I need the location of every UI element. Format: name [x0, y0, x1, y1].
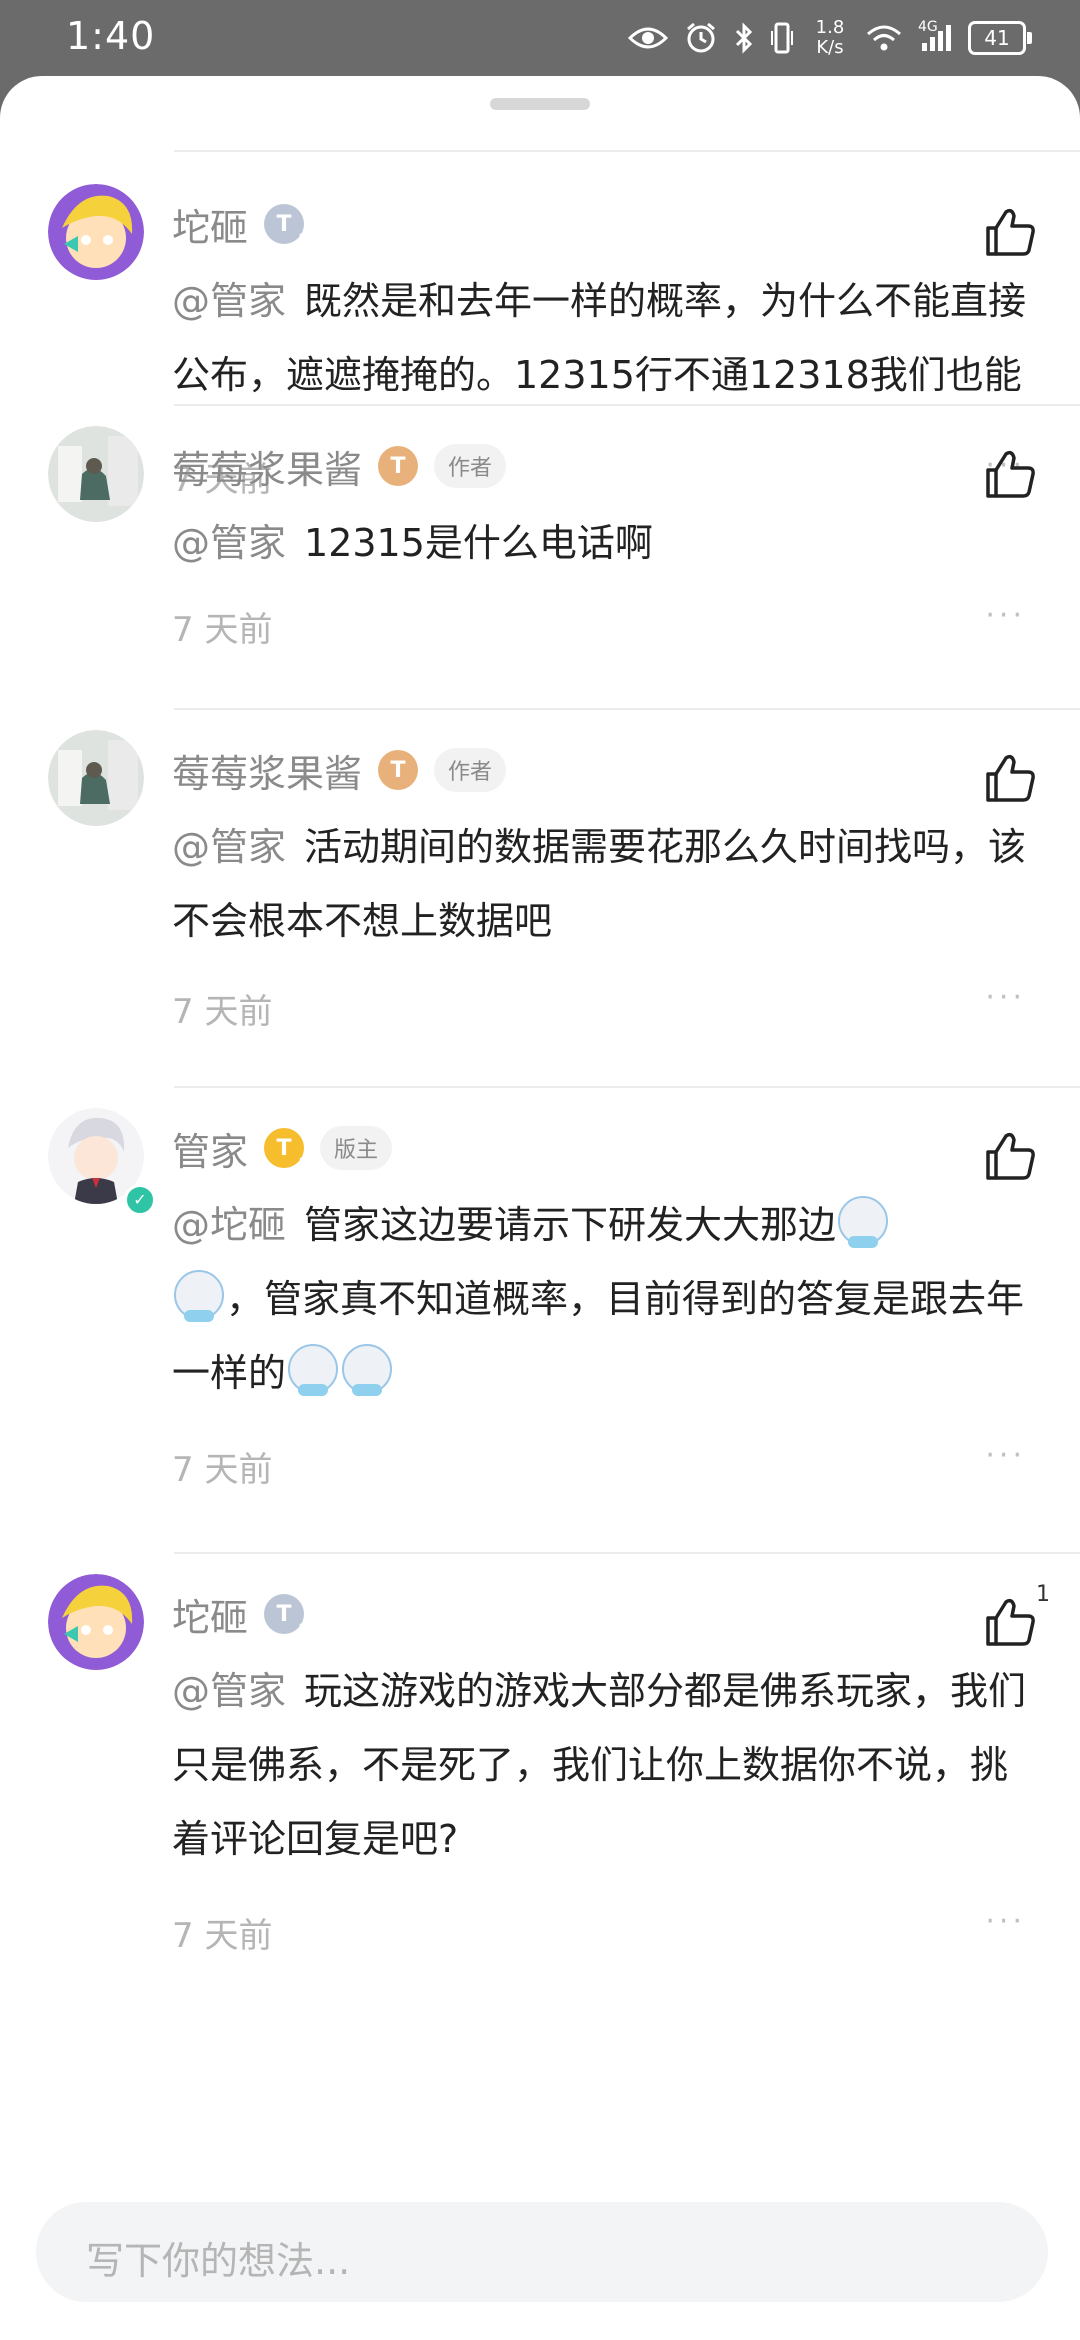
thumbs-up-icon: [986, 450, 1035, 498]
comment-time: 7 天前: [172, 1916, 273, 1956]
alarm-icon: [684, 21, 718, 55]
level-badge: T3: [264, 1594, 308, 1638]
level-badge: T3: [264, 204, 308, 248]
signal-icon: 4G: [918, 19, 952, 53]
comment-text: @坨砸 管家这边要请示下研发大大那边 ，管家真不知道概率，目前得到的答复是跟去年一样…: [172, 1188, 1032, 1410]
like-count: 1: [1036, 1582, 1050, 1607]
comment-time: 7 天前: [172, 610, 273, 650]
thumbs-up-icon: [986, 1598, 1035, 1646]
comment-text: @管家 玩这游戏的游戏大部分都是佛系玩家，我们只是佛系，不是死了，我们让你上数据你…: [172, 1669, 1027, 1861]
comment-time: 7 天前: [172, 992, 273, 1032]
level-badge: T1: [264, 1128, 308, 1172]
vibrate-icon: [770, 21, 794, 55]
name-row: 管家 T1 版主: [172, 1120, 393, 1176]
like-button[interactable]: [982, 1594, 1038, 1650]
thumbs-up-icon: [986, 1132, 1035, 1180]
net-speed: 1.8 K/s: [815, 17, 845, 58]
verified-badge-icon: ✓: [124, 1184, 156, 1216]
name-row: 坨砸 T3: [172, 1586, 308, 1642]
more-options-button[interactable]: ···: [985, 980, 1026, 1015]
more-options-button[interactable]: ···: [985, 1904, 1026, 1939]
comment-input[interactable]: 写下你的想法...: [36, 2202, 1048, 2302]
mention-link[interactable]: @管家: [172, 1669, 286, 1713]
divider: [174, 1086, 1080, 1088]
avatar[interactable]: [48, 426, 144, 522]
username[interactable]: 莓莓浆果酱: [172, 743, 362, 798]
like-button[interactable]: [982, 204, 1038, 260]
like-button[interactable]: [982, 446, 1038, 502]
thumbs-up-icon: [986, 208, 1035, 256]
like-button[interactable]: [982, 750, 1038, 806]
username[interactable]: 管家: [172, 1121, 248, 1176]
name-row: 莓莓浆果酱 T4 作者: [172, 438, 507, 494]
more-options-button[interactable]: ···: [985, 598, 1026, 633]
battery-icon: 41: [968, 21, 1032, 55]
sheet-drag-handle[interactable]: [490, 98, 590, 110]
mention-link[interactable]: @管家: [172, 825, 286, 869]
seal-cry-emoji-icon: [174, 1270, 224, 1322]
wifi-icon: [866, 24, 902, 52]
mention-link[interactable]: @坨砸: [172, 1203, 286, 1247]
mention-link[interactable]: @管家: [172, 279, 286, 323]
avatar[interactable]: [48, 184, 144, 280]
divider: [174, 404, 1080, 406]
name-row: 坨砸 T3: [172, 196, 308, 252]
divider: [174, 708, 1080, 710]
status-bar: 1:40 1.8 K/s 4G 41: [0, 0, 1080, 76]
divider: [174, 1552, 1080, 1554]
comment-input-bar: 写下你的想法...: [0, 2164, 1080, 2340]
seal-cry-emoji-icon: [288, 1344, 339, 1396]
seal-cry-emoji-icon: [342, 1344, 393, 1396]
like-button[interactable]: [982, 1128, 1038, 1184]
comment-text: @管家 既然是和去年一样的概率，为什么不能直接公布，遮遮掩掩的。12315行不通1…: [172, 279, 1027, 397]
status-time: 1:40: [66, 14, 156, 58]
name-row: 莓莓浆果酱 T4 作者: [172, 742, 507, 798]
seal-cry-emoji-icon: [838, 1196, 889, 1248]
comment-text: @管家 12315是什么电话啊: [172, 521, 653, 565]
username[interactable]: 坨砸: [172, 1587, 248, 1642]
level-badge: T4: [378, 446, 422, 490]
divider: [174, 150, 1080, 152]
bluetooth-icon: [734, 21, 754, 55]
level-badge: T4: [378, 750, 422, 794]
mention-link[interactable]: @管家: [172, 521, 286, 565]
thumbs-up-icon: [986, 754, 1035, 802]
comment-text: @管家 活动期间的数据需要花那么久时间找吗，该不会根本不想上数据吧: [172, 825, 1027, 943]
eye-icon: [628, 24, 668, 52]
username[interactable]: 坨砸: [172, 197, 248, 252]
status-icons: 1.8 K/s 4G 41: [628, 14, 1032, 62]
role-tag-moderator: 版主: [320, 1126, 393, 1170]
avatar[interactable]: [48, 1574, 144, 1670]
comment-time: 7 天前: [172, 1450, 273, 1490]
username[interactable]: 莓莓浆果酱: [172, 439, 362, 494]
role-tag-author: 作者: [434, 748, 507, 792]
more-options-button[interactable]: ···: [985, 1438, 1026, 1473]
input-placeholder: 写下你的想法...: [86, 2239, 351, 2283]
role-tag-author: 作者: [434, 444, 507, 488]
comments-sheet: 坨砸 T3 @管家 既然是和去年一样的概率，为什么不能直接公布，遮遮掩掩的。123…: [0, 76, 1080, 2340]
avatar[interactable]: [48, 730, 144, 826]
